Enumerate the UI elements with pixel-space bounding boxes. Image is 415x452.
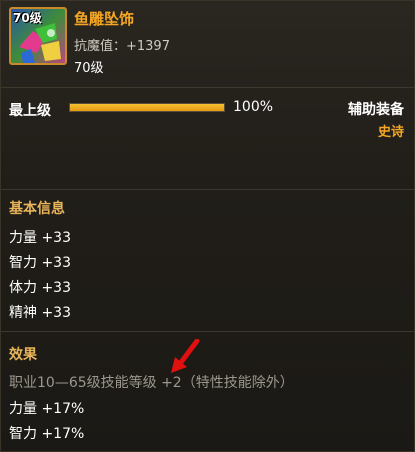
effects-title: 效果: [9, 347, 37, 363]
stat-vitality: 体力 +33: [9, 280, 71, 296]
divider: [1, 331, 415, 332]
item-name: 鱼雕坠饰: [74, 10, 135, 28]
rarity-label: 史诗: [377, 125, 404, 140]
max-level-percent: 100%: [233, 99, 274, 115]
stat-intelligence: 智力 +33: [9, 255, 71, 271]
equip-slot: 辅助装备: [348, 102, 404, 118]
item-level: 70级: [74, 61, 104, 76]
max-level-label: 最上级: [9, 103, 51, 119]
divider: [1, 87, 415, 88]
effect-strength: 力量 +17%: [9, 401, 85, 417]
stat-spirit: 精神 +33: [9, 305, 71, 321]
stat-strength: 力量 +33: [9, 230, 71, 246]
item-level-tag: 70级: [13, 11, 42, 25]
effect-skill-level: 职业10—65级技能等级 +2（特性技能除外）: [9, 375, 294, 391]
effect-intelligence: 智力 +17%: [9, 426, 85, 442]
pendant-item-icon[interactable]: 70级: [9, 7, 67, 65]
basic-info-title: 基本信息: [9, 201, 65, 217]
item-tooltip: 70级 鱼雕坠饰 抗魔值：+1397 70级 最上级 100% 辅助装备 史诗 …: [0, 0, 415, 452]
resist-value: 抗魔值：+1397: [74, 39, 170, 54]
divider: [1, 189, 415, 190]
red-arrow-icon: [169, 338, 201, 379]
max-level-bar-fill: [70, 104, 224, 111]
max-level-bar: [69, 103, 225, 112]
